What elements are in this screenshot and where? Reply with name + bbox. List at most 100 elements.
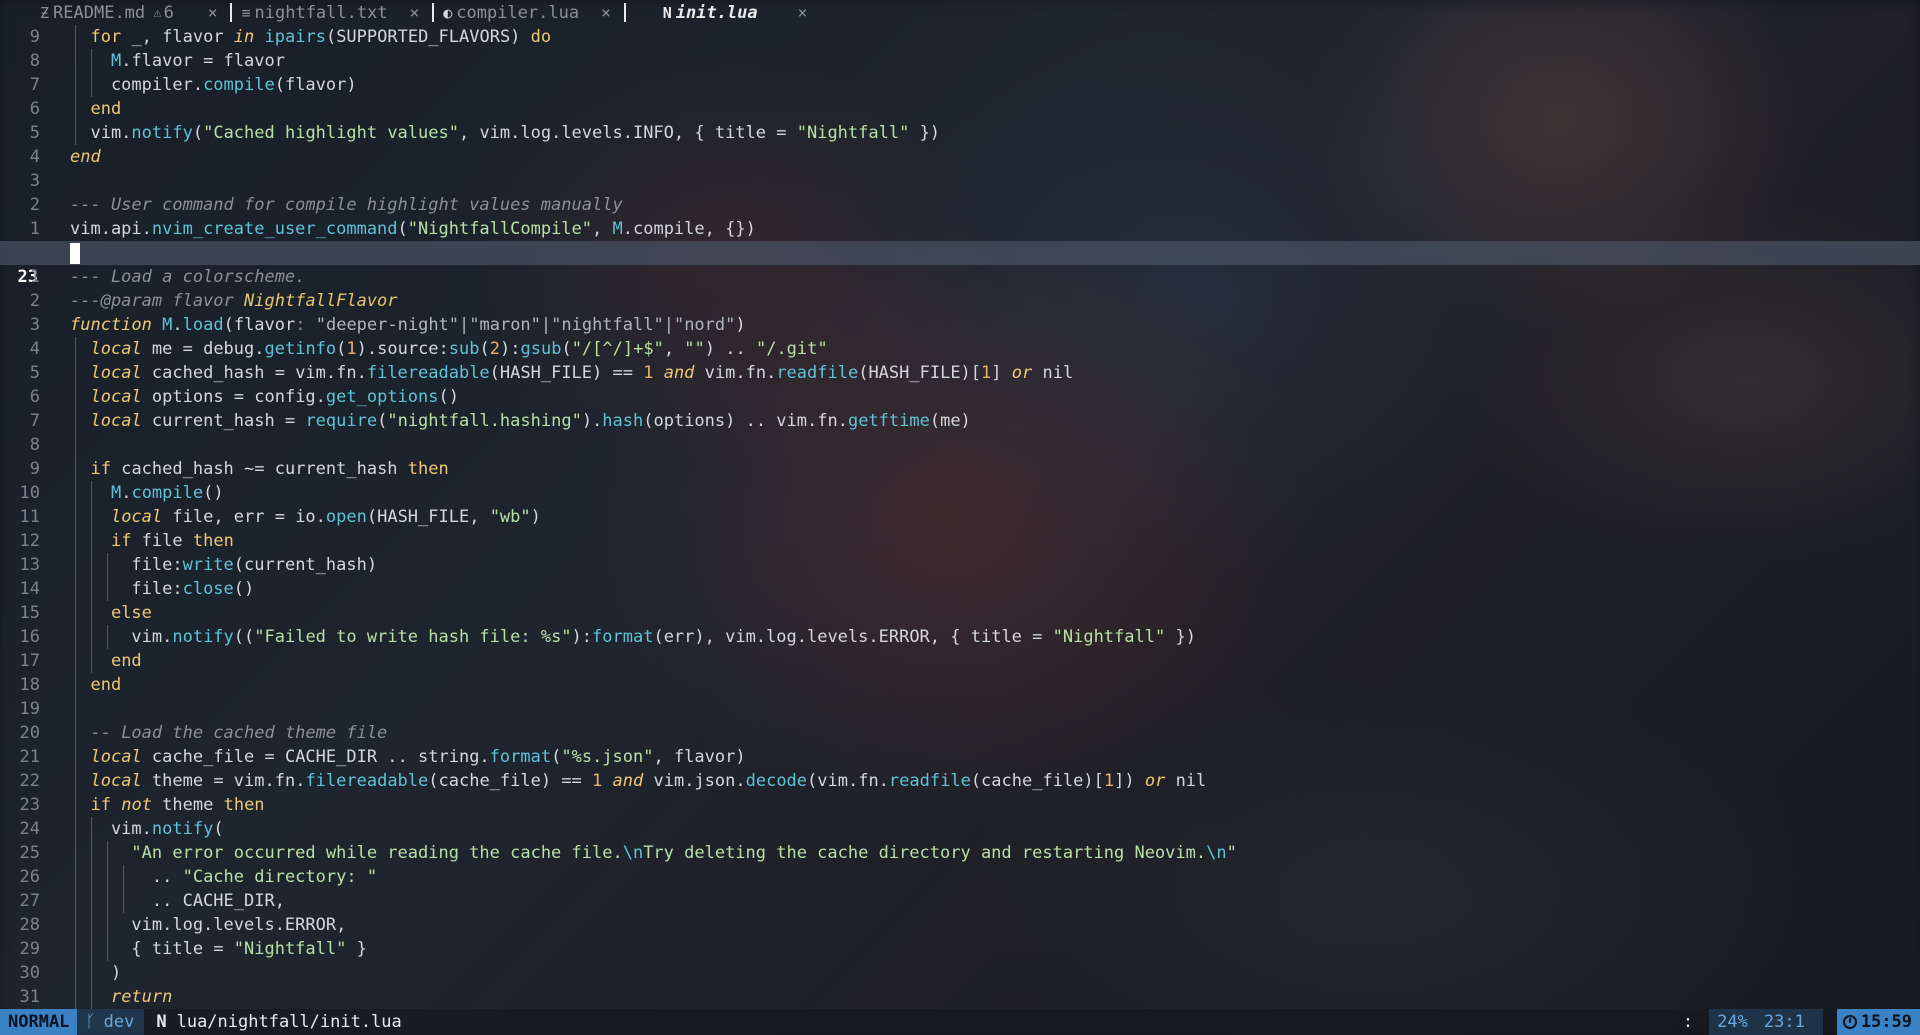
tab-init-lua[interactable]: N init.lua ×	[629, 0, 818, 25]
code-text[interactable]: vim.api.nvim_create_user_command("Nightf…	[70, 217, 756, 241]
code-line[interactable]: 1 vim.api.nvim_create_user_command("Night…	[0, 217, 1920, 241]
cursor-line[interactable]: 23	[0, 241, 1920, 287]
code-line[interactable]: 14 file:close()	[0, 577, 1920, 601]
code-text[interactable]: if not theme then	[70, 793, 264, 817]
code-line[interactable]: 21 local cache_file = CACHE_DIR .. strin…	[0, 745, 1920, 769]
line-number: 6	[29, 99, 40, 119]
code-line[interactable]: 28 vim.log.levels.ERROR,	[0, 913, 1920, 937]
close-icon[interactable]: ×	[601, 3, 611, 22]
code-text[interactable]: if cached_hash ~= current_hash then	[70, 457, 448, 481]
code-text[interactable]: file:close()	[70, 577, 254, 601]
tab-readme[interactable]: Ƶ README.md ⚠ 6 ×	[0, 0, 227, 25]
code-text[interactable]: vim.notify(("Failed to write hash file: …	[70, 625, 1196, 649]
code-text[interactable]: end	[70, 673, 121, 697]
code-line[interactable]: 9 if cached_hash ~= current_hash then	[0, 457, 1920, 481]
code-line[interactable]: 10 M.compile()	[0, 481, 1920, 505]
code-line[interactable]: 22 local theme = vim.fn.filereadable(cac…	[0, 769, 1920, 793]
code-line[interactable]: 7 local current_hash = require("nightfal…	[0, 409, 1920, 433]
code-line[interactable]: 13 file:write(current_hash)	[0, 553, 1920, 577]
code-text[interactable]: ---@param flavor NightfallFlavor	[70, 289, 398, 313]
code-line[interactable]: 18 end	[0, 673, 1920, 697]
code-text[interactable]: --- User command for compile highlight v…	[70, 193, 623, 217]
code-text[interactable]	[70, 241, 80, 265]
code-line[interactable]: 16 vim.notify(("Failed to write hash fil…	[0, 625, 1920, 649]
code-text[interactable]: return	[70, 985, 172, 1009]
code-line[interactable]: 2 --- User command for compile highlight …	[0, 193, 1920, 217]
code-text[interactable]: .. CACHE_DIR,	[70, 889, 285, 913]
code-line[interactable]: 3	[0, 169, 1920, 193]
code-text[interactable]: else	[70, 601, 152, 625]
close-icon[interactable]: ×	[410, 3, 420, 22]
code-line[interactable]: 8	[0, 433, 1920, 457]
clock-time: 15:59	[1860, 1012, 1912, 1032]
code-text[interactable]: function M.load(flavor: "deeper-night"|"…	[70, 313, 746, 337]
tab-compiler-lua[interactable]: ◐ compiler.lua ×	[437, 0, 621, 25]
code-line[interactable]: 12 if file then	[0, 529, 1920, 553]
code-line[interactable]: 11 local file, err = io.open(HASH_FILE, …	[0, 505, 1920, 529]
line-number: 13	[19, 555, 40, 575]
code-text[interactable]: vim.notify(	[70, 817, 224, 841]
code-text[interactable]: if file then	[70, 529, 234, 553]
code-text[interactable]: M.flavor = flavor	[70, 49, 285, 73]
code-text[interactable]: local cache_file = CACHE_DIR .. string.f…	[70, 745, 745, 769]
code-line[interactable]: 24 vim.notify(	[0, 817, 1920, 841]
code-line[interactable]: 4 local me = debug.getinfo(1).source:sub…	[0, 337, 1920, 361]
code-line[interactable]: 26 .. "Cache directory: "	[0, 865, 1920, 889]
code-text[interactable]: -- Load the cached theme file	[70, 721, 387, 745]
code-line[interactable]: 29 { title = "Nightfall" }	[0, 937, 1920, 961]
code-line[interactable]: 9 for _, flavor in ipairs(SUPPORTED_FLAV…	[0, 25, 1920, 49]
code-text[interactable]: { title = "Nightfall" }	[70, 937, 366, 961]
code-text[interactable]: local current_hash = require("nightfall.…	[70, 409, 970, 433]
tab-label: nightfall.txt	[254, 2, 388, 23]
code-text[interactable]: local cached_hash = vim.fn.filereadable(…	[70, 361, 1073, 385]
line-number: 15	[19, 603, 40, 623]
code-text[interactable]: "An error occurred while reading the cac…	[70, 841, 1236, 865]
code-text[interactable]: end	[70, 97, 121, 121]
code-text[interactable]: compiler.compile(flavor)	[70, 73, 357, 97]
code-text[interactable]: --- Load a colorscheme.	[70, 265, 305, 289]
code-text[interactable]: vim.notify("Cached highlight values", vi…	[70, 121, 940, 145]
code-text[interactable]: for _, flavor in ipairs(SUPPORTED_FLAVOR…	[70, 25, 551, 49]
close-icon[interactable]: ×	[798, 3, 808, 22]
git-branch[interactable]: ᚴ dev	[77, 1009, 145, 1035]
code-text[interactable]: local theme = vim.fn.filereadable(cache_…	[70, 769, 1206, 793]
line-number: 5	[29, 363, 40, 383]
line-number: 6	[29, 387, 40, 407]
code-text[interactable]: .. "Cache directory: "	[70, 865, 377, 889]
line-number: 7	[29, 75, 40, 95]
code-line[interactable]: 27 .. CACHE_DIR,	[0, 889, 1920, 913]
code-text[interactable]: local options = config.get_options()	[70, 385, 459, 409]
code-text[interactable]: local me = debug.getinfo(1).source:sub(2…	[70, 337, 827, 361]
code-line[interactable]: 31 return	[0, 985, 1920, 1009]
code-line[interactable]: 1 --- Load a colorscheme.	[0, 265, 1920, 289]
code-text[interactable]: end	[70, 649, 142, 673]
code-line[interactable]: 20 -- Load the cached theme file	[0, 721, 1920, 745]
code-line[interactable]: 5 local cached_hash = vim.fn.filereadabl…	[0, 361, 1920, 385]
close-icon[interactable]: ×	[208, 3, 218, 22]
code-line[interactable]: 5 vim.notify("Cached highlight values", …	[0, 121, 1920, 145]
code-line[interactable]: 4 end	[0, 145, 1920, 169]
code-line[interactable]: 7 compiler.compile(flavor)	[0, 73, 1920, 97]
code-text[interactable]: vim.log.levels.ERROR,	[70, 913, 346, 937]
code-line[interactable]: 8 M.flavor = flavor	[0, 49, 1920, 73]
code-line[interactable]: 17 end	[0, 649, 1920, 673]
code-text[interactable]: file:write(current_hash)	[70, 553, 377, 577]
code-line[interactable]: 6 end	[0, 97, 1920, 121]
code-line[interactable]: 25 "An error occurred while reading the …	[0, 841, 1920, 865]
code-line[interactable]: 3 function M.load(flavor: "deeper-night"|…	[0, 313, 1920, 337]
tab-nightfall-txt[interactable]: ≡ nightfall.txt ×	[235, 0, 429, 25]
code-line[interactable]: 15 else	[0, 601, 1920, 625]
code-line[interactable]: 30 )	[0, 961, 1920, 985]
code-line[interactable]: 19	[0, 697, 1920, 721]
line-number: 9	[29, 27, 40, 47]
code-text[interactable]: end	[70, 145, 101, 169]
clock: 15:59	[1836, 1009, 1920, 1035]
line-number: 4	[29, 339, 40, 359]
code-line[interactable]: 23 if not theme then	[0, 793, 1920, 817]
code-line[interactable]: 2 ---@param flavor NightfallFlavor	[0, 289, 1920, 313]
code-line[interactable]: 6 local options = config.get_options()	[0, 385, 1920, 409]
code-text[interactable]: M.compile()	[70, 481, 224, 505]
code-text[interactable]: local file, err = io.open(HASH_FILE, "wb…	[70, 505, 541, 529]
editor-buffer[interactable]: 9 for _, flavor in ipairs(SUPPORTED_FLAV…	[0, 25, 1920, 1009]
code-text[interactable]: )	[70, 961, 121, 985]
